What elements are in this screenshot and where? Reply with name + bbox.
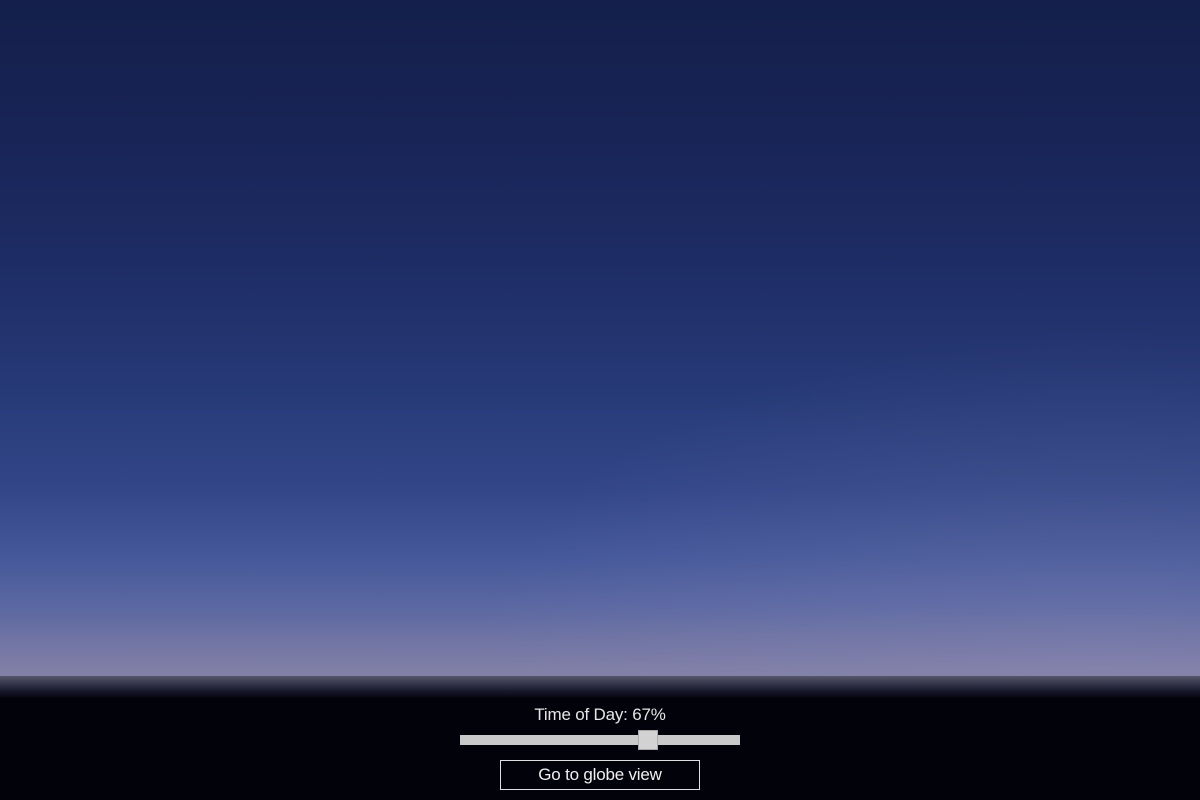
time-controls: Time of Day: 67% Go to globe view <box>0 704 1200 796</box>
go-to-globe-view-button[interactable]: Go to globe view <box>500 760 700 790</box>
slider-thumb[interactable] <box>638 730 658 750</box>
time-of-day-slider[interactable] <box>460 730 740 750</box>
sky-viewport[interactable]: Time of Day: 67% Go to globe view <box>0 0 1200 800</box>
horizon-line <box>0 676 1200 698</box>
time-of-day-label: Time of Day: 67% <box>534 705 666 724</box>
horizon-glow <box>0 0 1200 680</box>
slider-track[interactable] <box>460 735 740 745</box>
